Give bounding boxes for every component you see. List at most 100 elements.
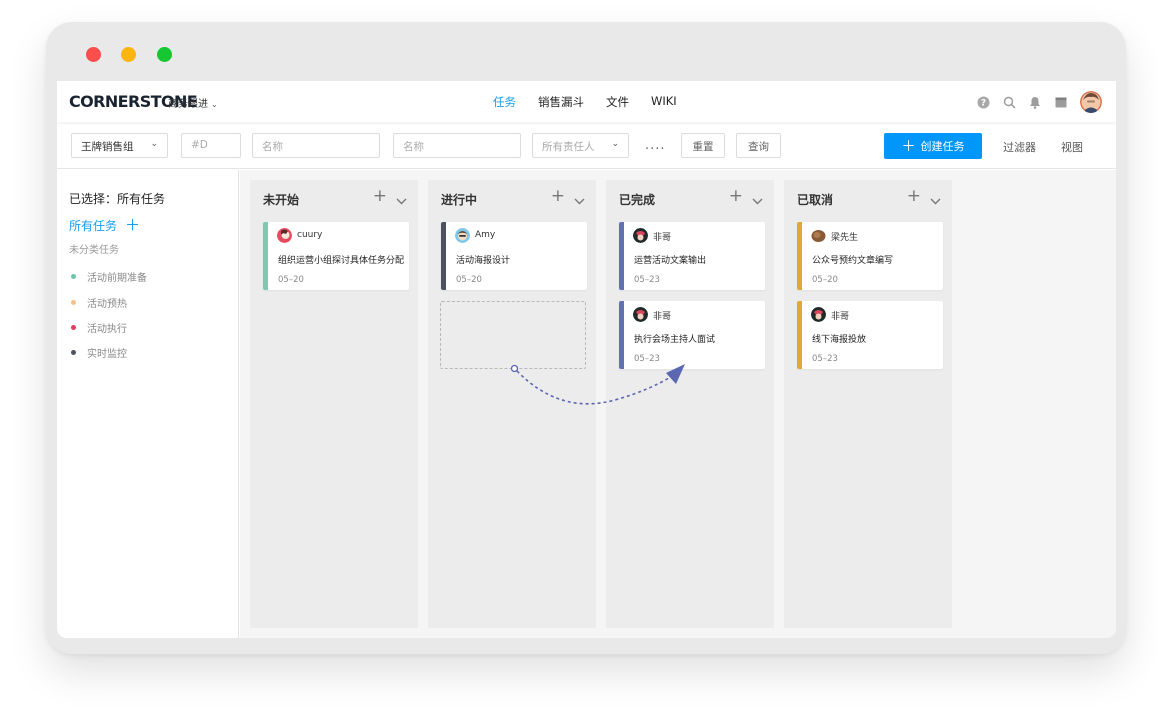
id-input-placeholder: #D: [191, 139, 208, 151]
svg-text:?: ?: [980, 98, 985, 108]
tab-tasks[interactable]: 任务: [493, 94, 516, 110]
create-task-label: 创建任务: [920, 140, 965, 153]
task-card[interactable]: cuury 组织运营小组探讨具体任务分配 05–20: [263, 222, 409, 290]
group-select-value: 王牌销售组: [81, 141, 134, 153]
sidebar-category[interactable]: 活动前期准备: [71, 269, 147, 284]
category-dot: [71, 350, 76, 355]
maximize-window-button[interactable]: [157, 47, 172, 62]
bell-icon[interactable]: [1024, 91, 1046, 113]
chevron-down-icon: ⌄: [211, 100, 218, 109]
card-title: 运营活动文案输出: [634, 256, 707, 266]
add-card-icon[interactable]: +: [907, 186, 921, 206]
task-card[interactable]: Amy 活动海报设计 05–20: [441, 222, 587, 290]
selection-title: 已选择：所有任务: [69, 192, 166, 206]
project-switcher[interactable]: 商务跟进 ⌄: [168, 95, 218, 110]
avatar: [811, 307, 826, 322]
avatar: [277, 228, 292, 243]
name-input-secondary-placeholder: 名称: [403, 141, 424, 153]
add-card-icon[interactable]: +: [551, 186, 565, 206]
sidebar-category[interactable]: 活动预热: [71, 295, 127, 310]
add-card-icon[interactable]: +: [373, 186, 387, 206]
category-label: 活动执行: [87, 324, 127, 335]
nav-actions: ?: [968, 91, 1102, 113]
chevron-down-icon: ⌄: [611, 139, 619, 149]
card-stripe: [619, 222, 624, 290]
task-card[interactable]: 非哥 线下海报投放 05–23: [797, 301, 943, 369]
card-stripe: [263, 222, 268, 290]
column-title: 已取消: [797, 193, 834, 207]
calendar-icon[interactable]: [1050, 91, 1072, 113]
chevron-down-icon[interactable]: [930, 190, 941, 209]
name-input-secondary[interactable]: 名称: [393, 133, 521, 158]
column-cancelled: 已取消 + 梁先生 公众号预约文章编写 05–20 非哥 线下海报投放 05–2…: [784, 180, 952, 628]
card-title: 公众号预约文章编写: [812, 256, 894, 266]
avatar: [633, 307, 648, 322]
search-icon[interactable]: [998, 91, 1020, 113]
sidebar-category[interactable]: 活动执行: [71, 320, 127, 335]
tab-wiki[interactable]: WIKI: [651, 94, 677, 110]
name-input[interactable]: 名称: [252, 133, 380, 158]
assignee-name: Amy: [475, 230, 496, 240]
help-icon[interactable]: ?: [972, 91, 994, 113]
owner-select[interactable]: 所有责任人 ⌄: [532, 133, 629, 158]
chevron-down-icon: ⌄: [150, 139, 158, 149]
card-stripe: [797, 222, 802, 290]
minimize-window-button[interactable]: [121, 47, 136, 62]
category-dot: [71, 300, 76, 305]
project-name: 商务跟进: [168, 99, 208, 110]
avatar: [811, 228, 826, 243]
assignee-name: 非哥: [653, 233, 672, 243]
add-card-icon[interactable]: +: [729, 186, 743, 206]
tab-sales-funnel[interactable]: 销售漏斗: [538, 94, 584, 110]
card-title: 活动海报设计: [456, 256, 511, 266]
plus-icon: ＋: [901, 139, 916, 155]
filter-bar: 王牌销售组 ⌄ #D 名称 名称 所有责任人 ⌄ .... 重置 查询 ＋ 创建任…: [57, 122, 1116, 169]
card-date: 05–23: [634, 275, 660, 285]
close-window-button[interactable]: [86, 47, 101, 62]
chevron-down-icon[interactable]: [574, 190, 585, 209]
card-title: 组织运营小组探讨具体任务分配: [278, 256, 405, 266]
reset-button[interactable]: 重置: [681, 133, 725, 158]
card-date: 05–20: [456, 275, 482, 285]
sidebar-item-all-tasks[interactable]: 所有任务 ＋: [69, 214, 140, 235]
sidebar: 已选择：所有任务 所有任务 ＋ 未分类任务 活动前期准备 活动预热 活动执行 实时…: [57, 170, 239, 638]
assignee-name: 非哥: [831, 312, 850, 322]
group-select[interactable]: 王牌销售组 ⌄: [71, 133, 168, 158]
chevron-down-icon[interactable]: [396, 190, 407, 209]
sidebar-item-uncategorized[interactable]: 未分类任务: [69, 241, 119, 256]
category-dot: [71, 274, 76, 279]
card-date: 05–20: [278, 275, 304, 285]
card-title: 线下海报投放: [812, 335, 867, 345]
card-stripe: [797, 301, 802, 369]
card-stripe: [441, 222, 446, 290]
add-category-icon[interactable]: ＋: [125, 216, 140, 234]
category-label: 实时监控: [87, 349, 127, 360]
create-task-button[interactable]: ＋ 创建任务: [884, 133, 982, 159]
category-label: 活动预热: [87, 299, 127, 310]
assignee-name: cuury: [297, 230, 323, 240]
tab-files[interactable]: 文件: [606, 94, 629, 110]
category-dot: [71, 325, 76, 330]
category-label: 活动前期准备: [87, 273, 147, 284]
more-filters-button[interactable]: ....: [645, 138, 666, 153]
column-title: 未开始: [263, 193, 300, 207]
card-date: 05–23: [812, 354, 838, 364]
chevron-down-icon[interactable]: [752, 190, 763, 209]
id-input[interactable]: #D: [181, 133, 241, 158]
avatar: [455, 228, 470, 243]
task-card[interactable]: 梁先生 公众号预约文章编写 05–20: [797, 222, 943, 290]
top-navbar: CORNERSTONE 商务跟进 ⌄ 任务 销售漏斗 文件 WIKI ?: [57, 81, 1116, 122]
sidebar-category[interactable]: 实时监控: [71, 345, 127, 360]
owner-select-placeholder: 所有责任人: [542, 141, 595, 153]
column-not-started: 未开始 + cuury 组织运营小组探讨具体任务分配 05–20: [250, 180, 418, 628]
view-button[interactable]: 视图: [1061, 139, 1083, 155]
column-title: 已完成: [619, 193, 656, 207]
filter-button[interactable]: 过滤器: [1003, 139, 1036, 155]
query-button[interactable]: 查询: [736, 133, 781, 158]
user-avatar[interactable]: [1080, 91, 1102, 113]
drag-arrow-indicator: [510, 364, 685, 405]
task-card[interactable]: 非哥 运营活动文案输出 05–23: [619, 222, 765, 290]
name-input-placeholder: 名称: [262, 141, 283, 153]
avatar: [633, 228, 648, 243]
column-title: 进行中: [441, 193, 478, 207]
